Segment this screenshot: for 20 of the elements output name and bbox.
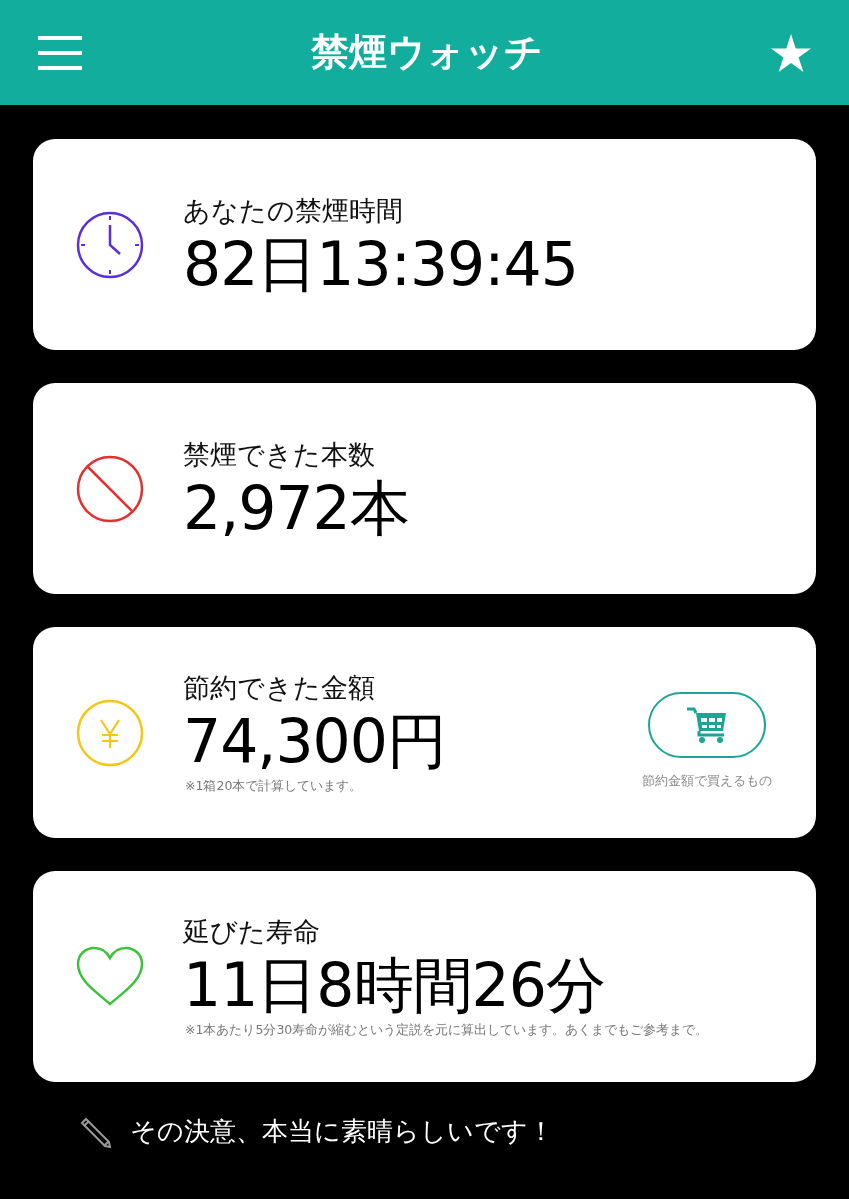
clock-icon bbox=[75, 209, 145, 280]
stat-label: 延びた寿命 bbox=[183, 915, 321, 949]
yen-icon bbox=[75, 697, 145, 768]
cart-icon bbox=[687, 705, 727, 744]
encouragement-message: その決意、本当に素晴らしいです！ bbox=[130, 1115, 554, 1148]
stat-value: 82日13:39:45 bbox=[183, 230, 579, 297]
prohibited-icon bbox=[75, 453, 145, 524]
stat-label: 禁煙できた本数 bbox=[183, 437, 376, 472]
star-icon[interactable] bbox=[771, 33, 811, 72]
stat-value: 2,972本 bbox=[183, 474, 410, 541]
stat-label: 節約できた金額 bbox=[183, 671, 376, 705]
heart-icon bbox=[75, 945, 145, 1008]
cart-caption: 節約金額で買えるもの bbox=[642, 771, 772, 790]
footnote: ※1箱20本で計算しています。 bbox=[185, 778, 364, 795]
stat-label: あなたの禁煙時間 bbox=[183, 193, 404, 228]
menu-icon[interactable] bbox=[38, 34, 82, 71]
stat-value: 74,300円 bbox=[183, 708, 447, 774]
app-title: 禁煙ウォッチ bbox=[310, 29, 543, 76]
footnote: ※1本あたり5分30寿命が縮むという定説を元に算出しています。あくまでもご参考まで。 bbox=[185, 1022, 710, 1039]
stat-value: 11日8時間26分 bbox=[183, 952, 606, 1018]
